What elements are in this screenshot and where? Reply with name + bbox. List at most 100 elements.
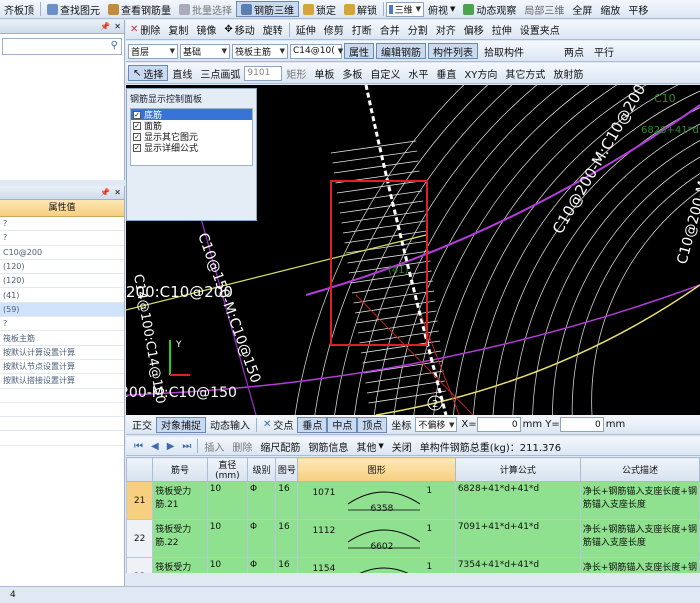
col-header[interactable]: 图形 xyxy=(297,457,456,482)
properties-button[interactable]: 属性 xyxy=(344,43,374,59)
floor-select[interactable]: 首层 ▼ xyxy=(128,43,178,59)
row-number[interactable]: 21 xyxy=(126,481,154,520)
perpendicular-snap[interactable]: 垂点 xyxy=(297,416,328,433)
property-row[interactable]: (41) xyxy=(0,288,124,303)
y-input[interactable]: 0 xyxy=(559,417,604,432)
cell-diameter[interactable]: 10 xyxy=(206,519,249,558)
orbit-button[interactable]: 动态观察 xyxy=(459,1,520,17)
close-icon[interactable]: ✕ xyxy=(114,188,121,197)
property-row[interactable]: (120) xyxy=(0,260,124,275)
property-row[interactable] xyxy=(0,403,124,418)
edit-rebar-button[interactable]: 编辑钢筋 xyxy=(376,43,426,59)
lock-button[interactable]: 锁定 xyxy=(299,1,340,17)
insert-button[interactable]: 插入 xyxy=(200,438,228,454)
break-button[interactable]: 打断 xyxy=(348,22,376,38)
zoom-button[interactable]: 缩放 xyxy=(596,1,624,17)
rectangle-button[interactable]: 矩形 xyxy=(282,65,310,81)
pick-member-button[interactable]: 拾取构件 xyxy=(480,43,528,59)
property-row[interactable]: ? xyxy=(0,317,124,332)
scale-rebar-button[interactable]: 缩尺配筋 xyxy=(256,438,304,454)
top-view-button[interactable]: 俯视 ▼ xyxy=(424,1,459,17)
drawing-canvas[interactable]: 2 Y C10@200-M:C10@200 C10@200-M:C10@200 … xyxy=(126,85,700,415)
row-number[interactable]: 22 xyxy=(126,519,154,558)
property-row[interactable]: 按默认计算设置计算 xyxy=(0,346,124,360)
cell-shape[interactable]: 1071 1 6358 xyxy=(297,481,456,520)
local-3d-button[interactable]: 局部三维 xyxy=(520,1,568,17)
object-snap-toggle[interactable]: 对象捕捉 xyxy=(156,416,206,433)
grid-delete-button[interactable]: 删除 xyxy=(228,438,256,454)
offset-button[interactable]: 偏移 xyxy=(460,22,488,38)
property-row[interactable]: (59) xyxy=(0,302,124,318)
midpoint-snap[interactable]: 中点 xyxy=(327,416,358,433)
cell-grade[interactable]: Φ xyxy=(247,519,277,558)
col-header[interactable]: 计算公式 xyxy=(454,457,581,482)
rebar-grid[interactable]: 筋号 直径(mm) 级别 图号 图形 计算公式 公式描述 21 筏板受力筋.21 1… xyxy=(126,457,700,573)
property-row[interactable]: 按默认节点设置计算 xyxy=(0,360,124,375)
last-record-button[interactable]: ⏭ xyxy=(178,438,195,454)
arc-value-input[interactable]: 9101 xyxy=(244,65,283,81)
property-row[interactable]: 按默认搭接设置计算 xyxy=(0,374,124,389)
table-row[interactable]: 23筏板受力筋.2310Φ161154168457354+41*d+41*d净长… xyxy=(126,557,700,573)
rebar-info-button[interactable]: 钢筋信息 xyxy=(304,438,352,454)
find-element-button[interactable]: 查找图元 xyxy=(43,1,104,17)
cell-shape[interactable]: 1112 1 6602 xyxy=(297,519,456,558)
custom-button[interactable]: 自定义 xyxy=(366,65,404,81)
cell-description[interactable]: 净长+钢筋锚入支座长度+钢筋锚入支座长度 xyxy=(579,481,700,520)
move-button[interactable]: ✥ 移动 xyxy=(220,22,258,38)
cell-figure-no[interactable]: 16 xyxy=(275,557,299,573)
unlock-button[interactable]: 解锁 xyxy=(340,1,381,17)
cell-description[interactable]: 净长+钢筋锚入支座长度+钢筋锚入支座长度 xyxy=(579,557,700,573)
cell-grade[interactable]: Φ xyxy=(247,481,277,520)
offset-select[interactable]: 不偏移 ▼ xyxy=(415,417,458,432)
member-type-select[interactable]: 筏板主筋 ▼ xyxy=(232,43,288,59)
view-mode-select[interactable]: 三维 ▼ xyxy=(386,1,424,17)
merge-button[interactable]: 合并 xyxy=(376,22,404,38)
stretch-button[interactable]: 拉伸 xyxy=(488,22,516,38)
rebar-select[interactable]: C14@10(▼ xyxy=(290,43,343,59)
cell-diameter[interactable]: 10 xyxy=(206,557,249,573)
single-slab-button[interactable]: 单板 xyxy=(310,65,338,81)
cell-formula[interactable]: 6828+41*d+41*d xyxy=(454,481,581,520)
col-header[interactable]: 公式描述 xyxy=(579,457,700,482)
split-button[interactable]: 分割 xyxy=(404,22,432,38)
close-grid-button[interactable]: 关闭 xyxy=(388,438,416,454)
table-row[interactable]: 22 筏板受力筋.22 10 Φ 16 1112 1 6602 7091+41*d+41*d 净长… xyxy=(126,519,700,558)
x-input[interactable]: 0 xyxy=(476,417,521,432)
horizontal-button[interactable]: 水平 xyxy=(404,65,432,81)
property-row[interactable]: (120) xyxy=(0,274,124,289)
property-row[interactable]: ? xyxy=(0,217,124,232)
col-header[interactable]: 级别 xyxy=(247,457,277,482)
col-header[interactable]: 筋号 xyxy=(152,457,208,482)
cell-grade[interactable]: Φ xyxy=(247,557,277,573)
cell-diameter[interactable]: 10 xyxy=(206,481,249,520)
cell-rebar-name[interactable]: 筏板受力筋.21 xyxy=(152,481,208,520)
fullscreen-button[interactable]: 全屏 xyxy=(568,1,596,17)
property-row[interactable]: ? xyxy=(0,231,124,246)
cell-rebar-name[interactable]: 筏板受力筋.22 xyxy=(152,519,208,558)
cell-figure-no[interactable]: 16 xyxy=(275,519,299,558)
cell-description[interactable]: 净长+钢筋锚入支座长度+钢筋锚入支座长度 xyxy=(579,519,700,558)
dynamic-input-toggle[interactable]: 动态输入 xyxy=(206,417,254,433)
first-record-button[interactable]: ⏮ xyxy=(130,438,147,454)
select-button[interactable]: ↖ 选择 xyxy=(128,65,169,81)
radial-rebar-button[interactable]: 放射筋 xyxy=(549,65,587,81)
checkbox-checked-icon[interactable]: ✓ xyxy=(133,110,141,119)
checkbox-checked-icon[interactable]: ✓ xyxy=(133,121,141,130)
close-icon[interactable]: ✕ xyxy=(114,22,121,31)
mirror-button[interactable]: 镜像 xyxy=(192,22,220,38)
grip-settings-button[interactable]: 设置夹点 xyxy=(516,22,564,38)
view-rebar-qty-button[interactable]: 查看钢筋量 xyxy=(104,1,175,17)
cell-formula[interactable]: 7354+41*d+41*d xyxy=(454,557,581,573)
two-point-button[interactable]: 两点 xyxy=(560,43,588,59)
rebar-3d-button[interactable]: 钢筋三维 xyxy=(236,1,299,17)
next-record-button[interactable]: ▶ xyxy=(163,438,179,454)
parallel-button[interactable]: 平行 xyxy=(590,43,618,59)
trim-button[interactable]: 修剪 xyxy=(320,22,348,38)
arc-button[interactable]: 三点画弧 xyxy=(196,65,244,81)
property-row[interactable] xyxy=(0,431,124,446)
other-menu-button[interactable]: 其他 ▼ xyxy=(352,438,387,454)
col-header[interactable]: 直径(mm) xyxy=(206,457,249,482)
align-slab-top-button[interactable]: 齐板顶 xyxy=(0,1,38,17)
checkbox-checked-icon[interactable]: ✓ xyxy=(133,143,141,152)
rotate-button[interactable]: 旋转 xyxy=(259,22,287,38)
